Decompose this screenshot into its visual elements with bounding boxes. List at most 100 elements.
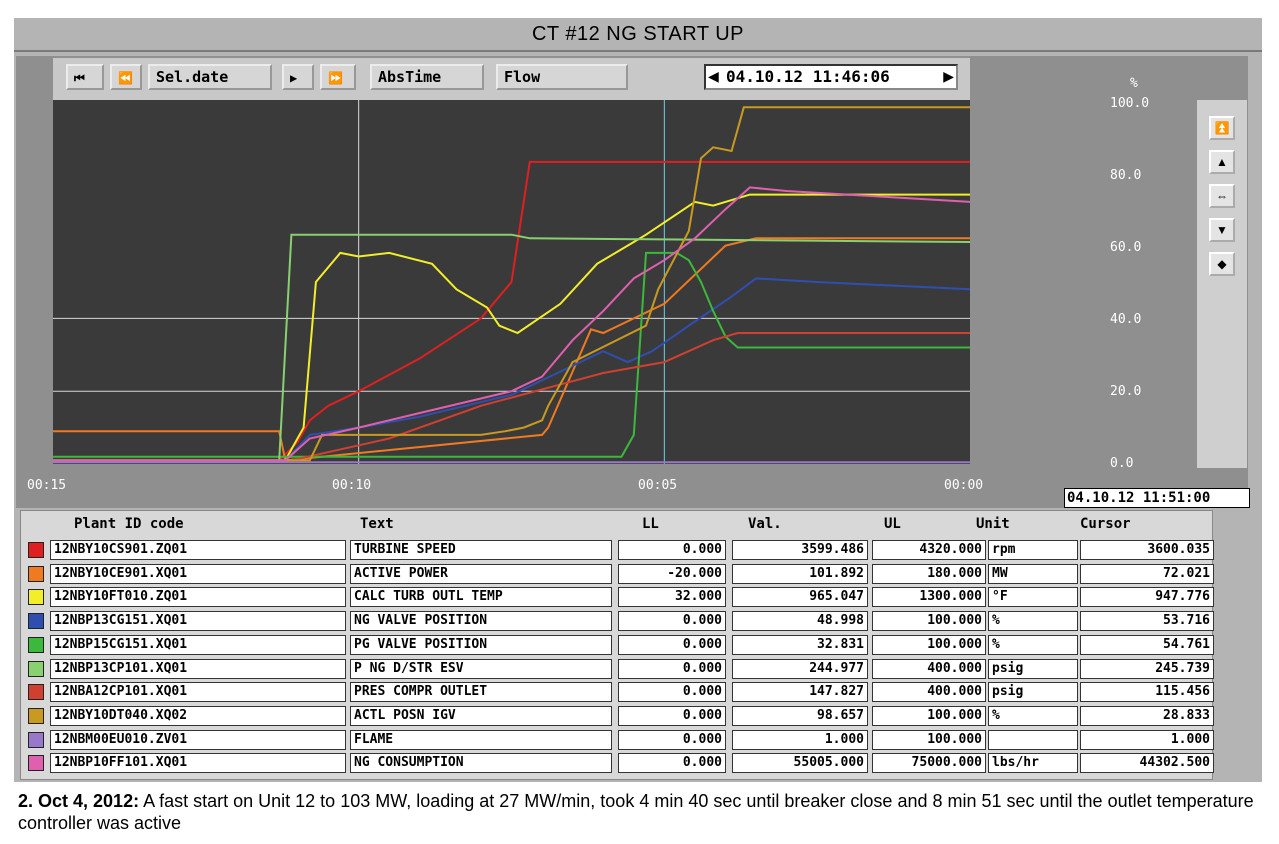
ll-cell: 0.000 [618,682,726,703]
flow-button[interactable]: Flow [496,64,628,90]
ul-cell: 100.000 [872,729,986,750]
val-cell: 1.000 [732,729,868,750]
series-color-swatch [28,755,44,772]
series-color-swatch [28,660,44,677]
plant-id-cell: 12NBA12CP101.XQ01 [50,682,346,703]
sel-date-button[interactable]: Sel.date [148,64,272,90]
x-tick: 00:00 [944,478,984,493]
text-cell: PRES COMPR OUTLET [350,682,612,703]
series-color-swatch [28,589,44,606]
y-unit-label: % [1130,76,1138,91]
series-color-swatch [28,565,44,582]
ul-cell: 100.000 [872,611,986,632]
y-tick: 40.0 [1110,312,1142,327]
unit-cell: % [988,611,1078,632]
plant-id-cell: 12NBY10CE901.XQ01 [50,563,346,584]
zoom-max-icon: ⏫ [1214,121,1230,135]
series-color-swatch [28,707,44,724]
ul-cell: 4320.000 [872,540,986,560]
ul-cell: 400.000 [872,658,986,679]
x-tick: 00:10 [332,478,372,493]
cursor-cell: 3600.035 [1080,540,1214,560]
zoom-reset-icon: ◆ [1217,257,1227,271]
step-back-button[interactable]: ⏪ [110,64,142,90]
ul-cell: 100.000 [872,705,986,726]
y-tick: 60.0 [1110,240,1142,255]
step-forward-button[interactable]: ⏩ [320,64,356,90]
series-line-ng-valve-position [53,277,970,462]
fit-range-icon: ⇔ [1216,189,1228,203]
cursor-cell: 947.776 [1080,587,1214,608]
val-cell: 101.892 [732,563,868,584]
text-cell: P NG D/STR ESV [350,658,612,679]
unit-cell: psig [988,682,1078,703]
series-color-swatch [28,636,44,653]
cursor-cell: 245.739 [1080,658,1214,679]
caption-lead: 2. Oct 4, 2012: [18,791,140,811]
unit-cell: % [988,634,1078,655]
series-color-swatch [28,684,44,701]
header-ll: LL [642,516,659,532]
text-cell: PG VALVE POSITION [350,634,612,655]
scroll-down-icon: ▼ [1216,223,1228,237]
ul-cell: 400.000 [872,682,986,703]
cursor-cell: 44302.500 [1080,753,1214,774]
zoom-reset-button[interactable]: ◆ [1209,252,1235,276]
val-cell: 965.047 [732,587,868,608]
ul-cell: 75000.000 [872,753,986,774]
caption-body: A fast start on Unit 12 to 103 MW, loadi… [18,791,1254,833]
x-tick: 00:05 [638,478,678,493]
plant-id-cell: 12NBY10FT010.ZQ01 [50,587,346,608]
val-cell: 48.998 [732,611,868,632]
ul-cell: 180.000 [872,563,986,584]
series-line-actl-posn-igv [53,106,970,462]
time-prev-icon[interactable]: ◀ [708,68,719,85]
plant-id-cell: 12NBP15CG151.XQ01 [50,634,346,655]
header-plant-id: Plant ID code [74,516,184,532]
ll-cell: 0.000 [618,729,726,750]
ll-cell: 0.000 [618,611,726,632]
play-button[interactable]: ▶ [282,64,314,90]
window-title: CT #12 NG START UP [14,18,1262,52]
y-tick: 0.0 [1110,456,1134,471]
y-tick: 100.0 [1110,96,1150,111]
skip-to-start-button[interactable]: ⏮ [66,64,104,90]
series-color-swatch [28,731,44,748]
text-cell: NG VALVE POSITION [350,611,612,632]
series-line-active-power [53,237,970,462]
header-unit: Unit [976,516,1010,532]
plant-id-cell: 12NBP13CP101.XQ01 [50,658,346,679]
header-text: Text [360,516,394,532]
ll-cell: 0.000 [618,540,726,560]
step-forward-icon: ⏩ [328,71,343,85]
zoom-max-button[interactable]: ⏫ [1209,116,1235,140]
time-display[interactable]: 04.10.12 11:46:06 [726,67,890,86]
plant-id-cell: 12NBY10CS901.ZQ01 [50,540,346,560]
series-line-turbine-speed [53,160,970,462]
ll-cell: 0.000 [618,705,726,726]
fit-range-button[interactable]: ⇔ [1209,184,1235,208]
series-color-swatch [28,542,44,558]
cursor-cell: 53.716 [1080,611,1214,632]
skip-start-icon: ⏮ [74,71,85,85]
series-color-swatch [28,613,44,630]
val-cell: 3599.486 [732,540,868,560]
scroll-up-button[interactable]: ▲ [1209,150,1235,174]
text-cell: CALC TURB OUTL TEMP [350,587,612,608]
text-cell: TURBINE SPEED [350,540,612,560]
ll-cell: 0.000 [618,658,726,679]
trend-plot[interactable] [53,100,970,464]
abstime-button[interactable]: AbsTime [370,64,484,90]
plant-id-cell: 12NBM00EU010.ZV01 [50,729,346,750]
scroll-down-button[interactable]: ▼ [1209,218,1235,242]
play-icon: ▶ [290,71,298,85]
unit-cell: psig [988,658,1078,679]
text-cell: ACTL POSN IGV [350,705,612,726]
unit-cell: rpm [988,540,1078,560]
header-ul: UL [884,516,901,532]
unit-cell: % [988,705,1078,726]
header-cursor: Cursor [1080,516,1131,532]
cursor-cell: 72.021 [1080,563,1214,584]
time-next-icon[interactable]: ▶ [943,68,954,85]
series-line-pres-compr-outlet [53,332,970,462]
